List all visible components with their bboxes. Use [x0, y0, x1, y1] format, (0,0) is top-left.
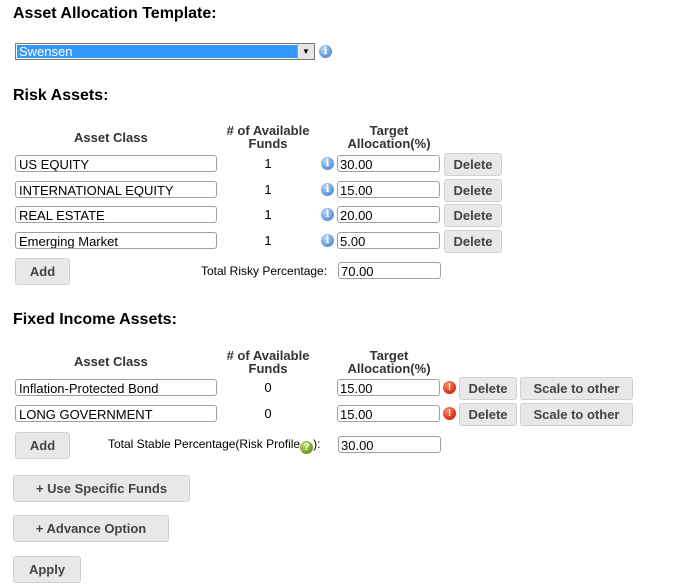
add-risk-asset-button[interactable]: Add	[15, 258, 70, 285]
risk-col-asset-class: Asset Class	[74, 130, 148, 145]
total-stable-label: Total Stable Percentage(Risk Profile?):	[108, 437, 320, 454]
scale-to-other-button[interactable]: Scale to other	[520, 403, 633, 426]
fixed-asset-name-input[interactable]: LONG GOVERNMENT	[15, 405, 217, 422]
risk-allocation-input[interactable]: 5.00	[337, 232, 440, 249]
delete-button[interactable]: Delete	[444, 230, 502, 253]
info-icon[interactable]: i	[321, 208, 334, 221]
risk-funds-count: 1	[264, 156, 272, 171]
total-risky-input[interactable]: 70.00	[338, 262, 441, 279]
template-heading: Asset Allocation Template:	[13, 5, 217, 22]
risk-assets-heading: Risk Assets:	[13, 87, 109, 104]
fixed-allocation-input[interactable]: 15.00	[337, 379, 440, 396]
info-icon[interactable]: i	[321, 234, 334, 247]
fixed-income-heading: Fixed Income Assets:	[13, 311, 177, 328]
advance-option-button[interactable]: + Advance Option	[13, 515, 169, 542]
add-fixed-asset-button[interactable]: Add	[15, 432, 70, 459]
risk-asset-name-input[interactable]: INTERNATIONAL EQUITY	[15, 181, 217, 198]
scale-to-other-button[interactable]: Scale to other	[520, 377, 633, 400]
delete-button[interactable]: Delete	[459, 403, 517, 426]
fixed-funds-count: 0	[264, 406, 272, 421]
info-icon[interactable]: i	[319, 45, 332, 58]
risk-funds-count: 1	[264, 233, 272, 248]
fixed-funds-count: 0	[264, 380, 272, 395]
delete-button[interactable]: Delete	[444, 179, 502, 202]
info-icon[interactable]: i	[321, 183, 334, 196]
risk-asset-name-input[interactable]: US EQUITY	[15, 155, 217, 172]
risk-col-target-line2: Allocation(%)	[347, 136, 431, 151]
apply-button[interactable]: Apply	[13, 556, 81, 583]
total-stable-label-text: Total Stable Percentage(Risk Profile	[108, 437, 301, 451]
fixed-asset-name-input[interactable]: Inflation-Protected Bond	[15, 379, 217, 396]
fixed-col-target: Target Allocation(%)	[339, 349, 439, 375]
help-icon[interactable]: ?	[300, 441, 314, 454]
delete-button[interactable]: Delete	[459, 377, 517, 400]
delete-button[interactable]: Delete	[444, 153, 502, 176]
fixed-allocation-input[interactable]: 15.00	[337, 405, 440, 422]
fixed-col-target-line2: Allocation(%)	[347, 361, 431, 376]
fixed-col-funds-line2: Funds	[248, 361, 288, 376]
risk-asset-name-input[interactable]: Emerging Market	[15, 232, 217, 249]
fixed-col-asset-class: Asset Class	[74, 354, 148, 369]
risk-allocation-input[interactable]: 30.00	[337, 155, 440, 172]
use-specific-funds-button[interactable]: + Use Specific Funds	[13, 475, 190, 502]
risk-allocation-input[interactable]: 15.00	[337, 181, 440, 198]
risk-funds-count: 1	[264, 207, 272, 222]
total-stable-label-suffix: ):	[313, 437, 321, 451]
risk-col-funds: # of Available Funds	[218, 124, 318, 150]
risk-asset-name-input[interactable]: REAL ESTATE	[15, 206, 217, 223]
chevron-down-icon[interactable]: ▼	[297, 44, 314, 59]
risk-col-funds-line2: Funds	[248, 136, 288, 151]
info-icon[interactable]: i	[321, 157, 334, 170]
total-risky-label: Total Risky Percentage:	[201, 264, 328, 278]
risk-funds-count: 1	[264, 182, 272, 197]
total-stable-input[interactable]: 30.00	[338, 436, 441, 453]
fixed-col-funds: # of Available Funds	[218, 349, 318, 375]
template-select[interactable]: Swensen ▼	[15, 43, 315, 60]
error-icon[interactable]: !	[443, 407, 456, 420]
template-select-value: Swensen	[17, 45, 297, 58]
risk-allocation-input[interactable]: 20.00	[337, 206, 440, 223]
delete-button[interactable]: Delete	[444, 204, 502, 227]
risk-col-target: Target Allocation(%)	[339, 124, 439, 150]
error-icon[interactable]: !	[443, 381, 456, 394]
